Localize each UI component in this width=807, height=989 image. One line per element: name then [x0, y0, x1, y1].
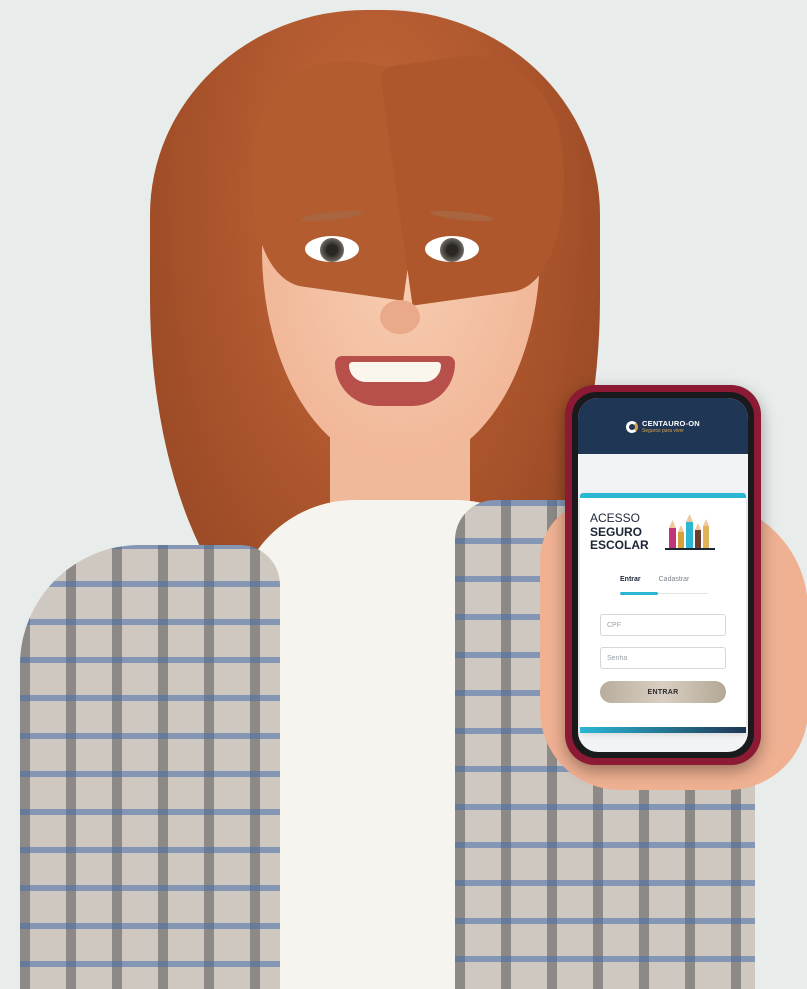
- title-line-2: SEGURO: [590, 524, 643, 539]
- cpf-input[interactable]: [600, 614, 726, 636]
- auth-tabs: Entrar Cadastrar: [620, 576, 689, 590]
- card-title: ACESSO SEGURO ESCOLAR: [590, 511, 649, 553]
- right-eye: [425, 236, 479, 262]
- app-header: CENTAURO-ON Seguros para viver: [578, 398, 748, 454]
- tab-cadastrar[interactable]: Cadastrar: [659, 576, 690, 590]
- pencils-icon: [665, 514, 715, 550]
- card-footer-stripe: [580, 727, 746, 733]
- login-card: ACESSO SEGURO ESCOLAR Entrar Cadastrar C…: [580, 493, 746, 733]
- brand-name: CENTAURO-ON: [642, 419, 700, 428]
- smartphone: CENTAURO-ON Seguros para viver ACESSO SE…: [565, 385, 761, 765]
- tab-entrar[interactable]: Entrar: [620, 576, 641, 590]
- brand-tagline: Seguros para viver: [642, 428, 684, 434]
- title-line-3: ESCOLAR: [590, 538, 649, 552]
- plaid-jacket-left: [20, 545, 280, 989]
- left-eye: [305, 236, 359, 262]
- phone-screen: CENTAURO-ON Seguros para viver ACESSO SE…: [578, 398, 748, 752]
- title-line-1: ACESSO: [590, 511, 641, 525]
- password-input[interactable]: [600, 647, 726, 669]
- nose: [380, 300, 420, 334]
- brand-text: CENTAURO-ON Seguros para viver: [642, 419, 700, 435]
- phone-bezel: CENTAURO-ON Seguros para viver ACESSO SE…: [572, 392, 754, 758]
- logo-ring-icon: [626, 421, 638, 433]
- entrar-button[interactable]: ENTRAR: [600, 681, 726, 703]
- active-tab-indicator: [620, 592, 658, 595]
- brand-logo: CENTAURO-ON Seguros para viver: [626, 420, 700, 434]
